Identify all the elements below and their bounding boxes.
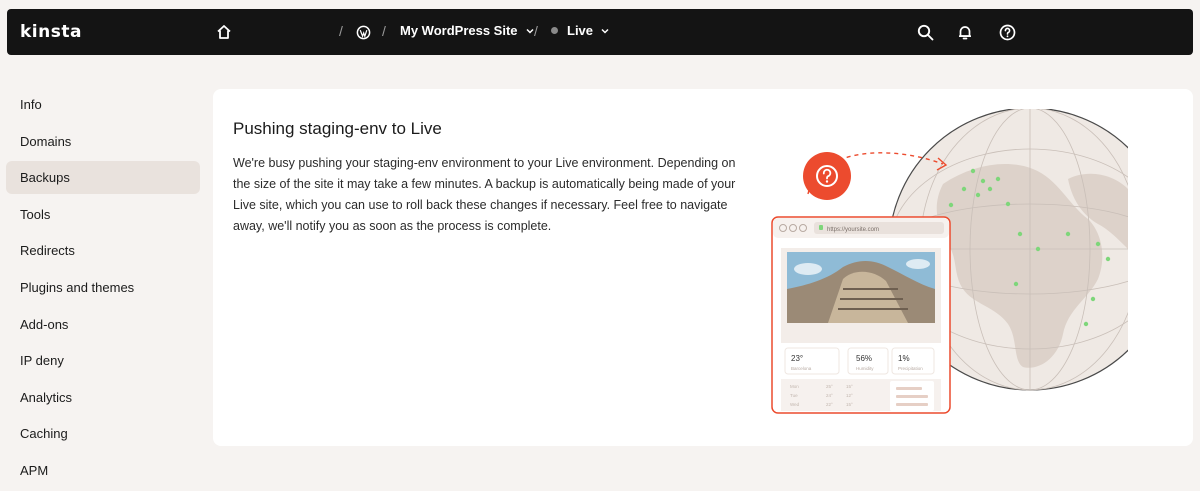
sidebar-item-domains[interactable]: Domains xyxy=(6,125,200,158)
svg-text:15°: 15° xyxy=(846,402,853,407)
svg-text:Tue: Tue xyxy=(790,393,798,398)
svg-text:24°: 24° xyxy=(826,393,833,398)
sidebar-item-backups[interactable]: Backups xyxy=(6,161,200,195)
help-icon[interactable] xyxy=(997,22,1017,42)
page-title: Pushing staging-env to Live xyxy=(233,119,442,138)
stat-value: 23° xyxy=(791,354,803,363)
push-illustration: https://yoursite.com 23° Barcelona 56% H… xyxy=(771,109,1128,414)
chevron-down-icon xyxy=(601,28,609,34)
stat-value: 56% xyxy=(856,354,872,363)
push-status-card: Pushing staging-env to Live We're busy p… xyxy=(213,89,1193,446)
svg-text:22°: 22° xyxy=(826,402,833,407)
sidebar-item-add-ons[interactable]: Add-ons xyxy=(6,308,200,341)
wordpress-icon[interactable] xyxy=(353,22,373,42)
search-icon[interactable] xyxy=(915,22,935,42)
svg-text:Wed: Wed xyxy=(790,402,800,407)
browser-url: https://yoursite.com xyxy=(827,227,879,233)
sidebar-item-caching[interactable]: Caching xyxy=(6,417,200,450)
svg-text:Mon: Mon xyxy=(790,384,799,389)
sidebar-item-redirects[interactable]: Redirects xyxy=(6,234,200,267)
svg-text:15°: 15° xyxy=(846,384,853,389)
breadcrumb-environment-selector[interactable]: Live xyxy=(551,23,610,38)
question-bubble-icon xyxy=(803,152,851,200)
bell-icon[interactable] xyxy=(955,22,975,42)
site-sidebar-nav: Info Domains Backups Tools Redirects Plu… xyxy=(6,88,200,491)
sidebar-item-apm[interactable]: APM xyxy=(6,454,200,487)
breadcrumb-site-selector[interactable]: My WordPress Site xyxy=(400,23,535,38)
stat-label: Humidity xyxy=(856,366,874,371)
sidebar-item-tools[interactable]: Tools xyxy=(6,198,200,231)
status-description: We're busy pushing your staging-env envi… xyxy=(233,156,736,233)
top-navigation-bar: kinsta / / My WordPress Site / Live xyxy=(7,9,1193,55)
stat-value: 1% xyxy=(898,354,910,363)
breadcrumb-separator: / xyxy=(339,23,343,39)
kinsta-logo[interactable]: kinsta xyxy=(20,22,82,42)
home-icon[interactable] xyxy=(214,22,234,42)
environment-name: Live xyxy=(567,23,594,38)
breadcrumb-separator: / xyxy=(382,23,386,39)
sidebar-item-analytics[interactable]: Analytics xyxy=(6,381,200,414)
stat-label: Precipitation xyxy=(898,366,923,371)
lock-icon xyxy=(819,225,823,230)
browser-window-mockup: https://yoursite.com 23° Barcelona 56% H… xyxy=(771,216,951,414)
svg-text:12°: 12° xyxy=(846,393,853,398)
stat-label: Barcelona xyxy=(791,366,812,371)
environment-status-dot xyxy=(551,27,558,34)
site-name: My WordPress Site xyxy=(400,23,518,38)
sidebar-item-info[interactable]: Info xyxy=(6,88,200,121)
sidebar-item-ip-deny[interactable]: IP deny xyxy=(6,344,200,377)
sidebar-item-plugins-and-themes[interactable]: Plugins and themes xyxy=(6,271,200,304)
svg-text:25°: 25° xyxy=(826,384,833,389)
breadcrumb-separator: / xyxy=(534,23,538,39)
